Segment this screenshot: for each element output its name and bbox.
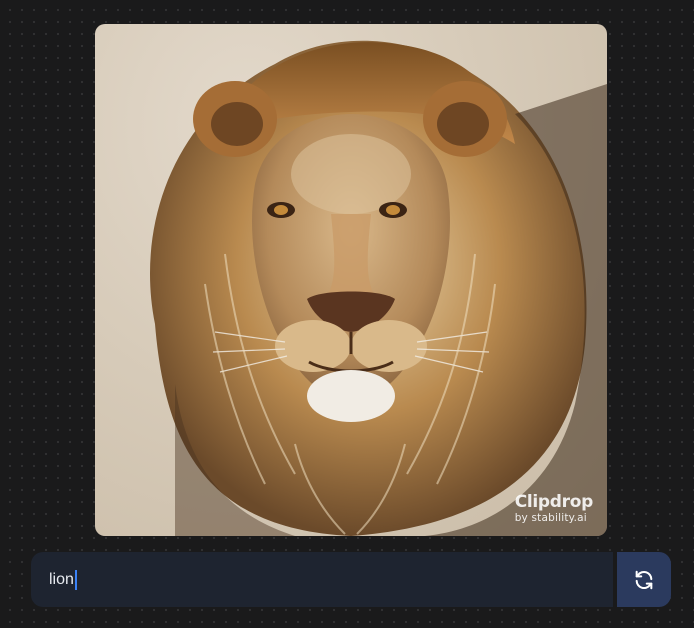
watermark-byline: by stability.ai: [514, 511, 587, 524]
prompt-bar: lion: [31, 552, 613, 607]
regenerate-button[interactable]: [617, 552, 671, 607]
clipdrop-watermark: Clipdrop by stability.ai: [514, 491, 594, 524]
watermark-brand: Clipdrop: [514, 491, 594, 512]
lion-illustration: [150, 40, 607, 536]
generated-image: Clipdrop by stability.ai: [95, 24, 607, 536]
text-caret: [74, 569, 77, 590]
prompt-input[interactable]: lion: [49, 570, 74, 590]
refresh-icon: [635, 570, 653, 589]
